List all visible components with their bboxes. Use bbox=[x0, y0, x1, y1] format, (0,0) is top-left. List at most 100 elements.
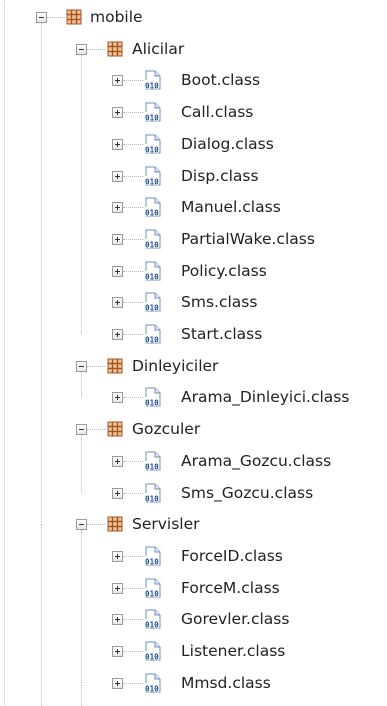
class-file-icon: 010 bbox=[144, 324, 162, 345]
tree-item-class[interactable]: Manuel.class bbox=[181, 198, 281, 216]
tree-guide-line bbox=[123, 651, 143, 652]
class-expand-toggle[interactable] bbox=[112, 550, 123, 562]
class-file-icon: 010 bbox=[144, 578, 162, 598]
package-expand-toggle[interactable] bbox=[76, 360, 87, 372]
svg-text:010: 010 bbox=[145, 177, 159, 186]
tree-item-class[interactable]: Gorevler.class bbox=[181, 610, 289, 628]
class-file-icon: 010 bbox=[144, 609, 162, 630]
class-file-icon: 010 bbox=[144, 102, 162, 123]
tree-guide-line bbox=[87, 48, 105, 50]
tree-item-class[interactable]: PartialWake.class bbox=[181, 230, 315, 248]
svg-text:010: 010 bbox=[145, 589, 159, 598]
tree-guide-line bbox=[123, 334, 143, 335]
tree-guide-line bbox=[123, 143, 143, 145]
tree-item-class[interactable]: Call.class bbox=[181, 103, 253, 121]
tree-item-class[interactable]: Boot.class bbox=[181, 71, 260, 89]
tree-item-class[interactable]: Mmsd.class bbox=[181, 674, 271, 692]
svg-text:010: 010 bbox=[145, 240, 159, 249]
tree-guide-line bbox=[123, 80, 143, 82]
tree-item-class[interactable]: Arama_Dinleyici.class bbox=[181, 388, 349, 406]
tree-item-package-mobile[interactable]: mobile bbox=[90, 8, 143, 26]
tree-guide-line bbox=[123, 460, 143, 462]
tree-guide-line bbox=[81, 530, 82, 683]
tree-item-class[interactable]: ForceID.class bbox=[181, 547, 283, 565]
class-file-icon: 010 bbox=[144, 197, 162, 218]
tree-guide-line bbox=[123, 302, 143, 304]
tree-guide-line bbox=[41, 524, 42, 706]
svg-text:010: 010 bbox=[145, 336, 159, 345]
class-file-icon: 010 bbox=[144, 673, 162, 693]
class-file-icon: 010 bbox=[144, 229, 162, 249]
class-expand-toggle[interactable] bbox=[112, 297, 123, 309]
svg-text:010: 010 bbox=[145, 209, 159, 218]
class-expand-toggle[interactable] bbox=[112, 138, 123, 150]
tree-item-class[interactable]: Arama_Gozcu.class bbox=[181, 452, 331, 470]
svg-text:010: 010 bbox=[145, 272, 159, 281]
tree-guide-line bbox=[123, 587, 143, 589]
package-explorer-tree: mobile Alicilar 010 Boot.class 010 Call.… bbox=[0, 0, 387, 706]
tree-guide-line bbox=[123, 238, 143, 240]
class-expand-toggle[interactable] bbox=[112, 329, 123, 340]
svg-text:010: 010 bbox=[145, 462, 159, 471]
class-file-icon: 010 bbox=[144, 641, 162, 662]
class-expand-toggle[interactable] bbox=[112, 265, 123, 277]
tree-guide-line bbox=[87, 365, 105, 367]
svg-text:010: 010 bbox=[145, 494, 159, 503]
tree-guide-line bbox=[4, 0, 5, 706]
tree-item-package[interactable]: Servisler bbox=[132, 515, 200, 533]
tree-guide-line bbox=[123, 207, 143, 209]
tree-item-class[interactable]: Listener.class bbox=[181, 642, 285, 660]
tree-item-class[interactable]: Start.class bbox=[181, 325, 262, 343]
class-expand-toggle[interactable] bbox=[112, 582, 123, 594]
tree-guide-line bbox=[123, 112, 143, 114]
class-expand-toggle[interactable] bbox=[112, 107, 123, 119]
tree-guide-line bbox=[123, 492, 143, 494]
svg-text:010: 010 bbox=[145, 621, 159, 630]
class-file-icon: 010 bbox=[144, 546, 162, 566]
class-expand-toggle[interactable] bbox=[112, 677, 123, 689]
class-file-icon: 010 bbox=[144, 483, 162, 503]
tree-item-package[interactable]: Alicilar bbox=[132, 40, 184, 58]
tree-item-class[interactable]: Policy.class bbox=[181, 262, 267, 280]
class-file-icon: 010 bbox=[144, 166, 162, 186]
tree-item-package[interactable]: Gozculer bbox=[132, 420, 200, 438]
class-expand-toggle[interactable] bbox=[112, 614, 123, 626]
class-expand-toggle[interactable] bbox=[112, 646, 123, 657]
tree-guide-line bbox=[123, 397, 143, 399]
tree-item-class[interactable]: Sms.class bbox=[181, 293, 257, 311]
class-file-icon: 010 bbox=[144, 134, 162, 154]
tree-guide-line bbox=[81, 435, 82, 493]
package-icon bbox=[107, 421, 123, 437]
tree-guide-line bbox=[123, 682, 143, 684]
class-expand-toggle[interactable] bbox=[112, 392, 123, 404]
tree-item-class[interactable]: Sms_Gozcu.class bbox=[181, 484, 313, 502]
package-icon bbox=[107, 358, 123, 374]
class-expand-toggle[interactable] bbox=[112, 233, 123, 245]
package-expand-toggle[interactable] bbox=[76, 519, 87, 531]
root-expand-toggle[interactable] bbox=[36, 12, 47, 23]
svg-text:010: 010 bbox=[145, 304, 159, 313]
class-expand-toggle[interactable] bbox=[112, 455, 123, 467]
tree-guide-line bbox=[123, 555, 143, 557]
tree-guide-line bbox=[41, 23, 42, 525]
tree-guide-line bbox=[123, 175, 143, 177]
svg-text:010: 010 bbox=[145, 114, 159, 123]
tree-guide-line bbox=[81, 682, 82, 706]
svg-text:010: 010 bbox=[145, 684, 159, 693]
tree-guide-line bbox=[87, 524, 105, 526]
svg-text:010: 010 bbox=[145, 82, 159, 91]
class-expand-toggle[interactable] bbox=[112, 487, 123, 499]
tree-guide-line bbox=[87, 429, 105, 431]
class-expand-toggle[interactable] bbox=[112, 170, 123, 182]
class-file-icon: 010 bbox=[144, 70, 162, 91]
class-expand-toggle[interactable] bbox=[112, 202, 123, 214]
package-expand-toggle[interactable] bbox=[76, 43, 87, 55]
tree-item-class[interactable]: ForceM.class bbox=[181, 579, 280, 597]
tree-item-package[interactable]: Dinleyiciler bbox=[132, 357, 218, 375]
class-expand-toggle[interactable] bbox=[112, 75, 123, 87]
svg-text:010: 010 bbox=[145, 557, 159, 566]
package-expand-toggle[interactable] bbox=[76, 424, 87, 436]
tree-guide-line bbox=[47, 17, 65, 18]
tree-item-class[interactable]: Disp.class bbox=[181, 167, 259, 185]
tree-item-class[interactable]: Dialog.class bbox=[181, 135, 274, 153]
